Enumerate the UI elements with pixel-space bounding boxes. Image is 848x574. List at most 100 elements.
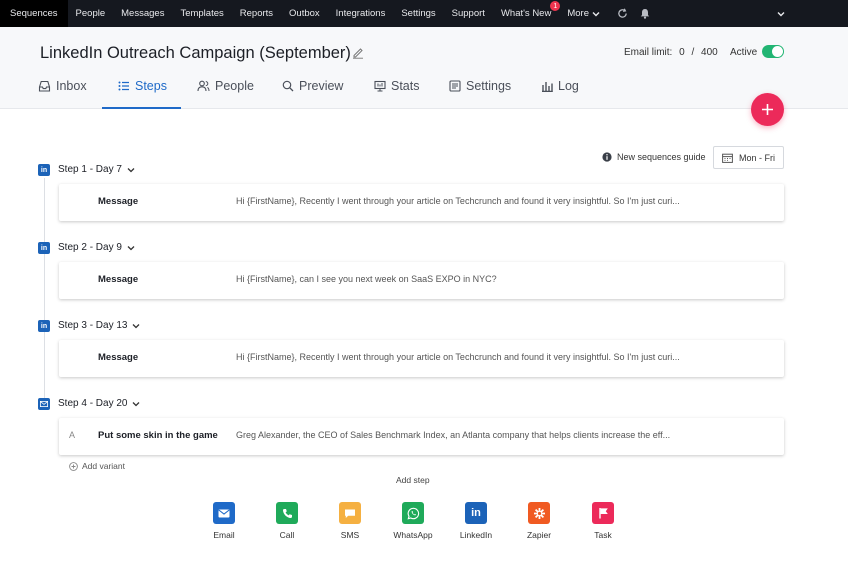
tab-settings[interactable]: Settings xyxy=(449,79,511,109)
card-label: Message xyxy=(98,196,139,207)
card-label: Message xyxy=(98,352,139,363)
nav-sequences[interactable]: Sequences xyxy=(0,0,68,27)
mail-icon xyxy=(38,398,50,410)
channel-label: Zapier xyxy=(526,530,552,540)
step-title[interactable]: Step 1 - Day 7 xyxy=(58,164,135,175)
add-button[interactable] xyxy=(751,93,784,126)
tab-label: Settings xyxy=(466,79,512,93)
refresh-icon[interactable] xyxy=(612,0,634,27)
nav-more[interactable]: More xyxy=(559,0,608,27)
tab-label: People xyxy=(215,79,254,93)
mail-icon xyxy=(213,502,235,524)
email-limit-total: 400 xyxy=(701,47,718,58)
email-limit-separator: / xyxy=(691,47,695,58)
nav-reports[interactable]: Reports xyxy=(232,0,281,27)
settings-icon xyxy=(449,80,461,92)
zapier-icon xyxy=(528,502,550,524)
step-card[interactable]: A Put some skin in the game Greg Alexand… xyxy=(59,418,784,455)
linkedin-icon: in xyxy=(38,320,50,332)
add-zapier-step-button[interactable]: Zapier xyxy=(517,502,561,540)
bell-icon[interactable] xyxy=(634,0,656,27)
nav-integrations[interactable]: Integrations xyxy=(328,0,394,27)
pencil-icon[interactable] xyxy=(352,46,364,60)
phone-icon xyxy=(276,502,298,524)
step-card[interactable]: Message Hi {FirstName}, can I see you ne… xyxy=(59,262,784,299)
page-header: LinkedIn Outreach Campaign (September) E… xyxy=(0,27,848,109)
tab-log[interactable]: Log xyxy=(541,79,579,109)
card-label: Message xyxy=(98,274,139,285)
nav-whats-new[interactable]: What's New 1 xyxy=(493,0,561,27)
notification-badge: 1 xyxy=(550,1,561,11)
chevron-down-icon[interactable] xyxy=(770,0,792,27)
nav-settings[interactable]: Settings xyxy=(393,0,443,27)
guide-label: New sequences guide xyxy=(617,152,706,162)
email-subject: Put some skin in the game xyxy=(98,430,218,441)
new-sequences-guide-link[interactable]: New sequences guide xyxy=(602,152,706,162)
add-variant-label: Add variant xyxy=(82,461,125,471)
channel-label: Email xyxy=(213,530,235,540)
step-title[interactable]: Step 4 - Day 20 xyxy=(58,398,140,409)
tab-stats[interactable]: Stats xyxy=(374,79,420,109)
nav-whats-new-label: What's New xyxy=(500,8,552,19)
tab-label: Log xyxy=(558,79,579,93)
info-icon xyxy=(602,152,612,162)
chevron-down-icon xyxy=(592,11,600,16)
nav-support[interactable]: Support xyxy=(444,0,493,27)
tab-people[interactable]: People xyxy=(197,79,254,109)
nav-templates[interactable]: Templates xyxy=(172,0,231,27)
linkedin-icon: in xyxy=(38,164,50,176)
chat-icon xyxy=(339,502,361,524)
tab-preview[interactable]: Preview xyxy=(282,79,343,109)
active-toggle[interactable] xyxy=(762,45,784,58)
step-title-text: Step 2 - Day 9 xyxy=(58,242,122,253)
list-icon xyxy=(118,81,129,91)
step-card[interactable]: Message Hi {FirstName}, Recently I went … xyxy=(59,184,784,221)
tab-steps[interactable]: Steps xyxy=(102,79,181,109)
add-variant-link[interactable]: Add variant xyxy=(69,461,125,471)
message-preview: Hi {FirstName}, Recently I went through … xyxy=(236,352,680,362)
email-limit: Email limit: 0 / 400 xyxy=(624,47,718,58)
variant-letter: A xyxy=(69,430,76,440)
email-limit-used: 0 xyxy=(679,47,685,58)
channel-label: SMS xyxy=(340,530,360,540)
toggle-knob xyxy=(772,46,783,57)
tab-inbox[interactable]: Inbox xyxy=(38,79,87,109)
chevron-down-icon xyxy=(133,323,140,328)
add-call-step-button[interactable]: Call xyxy=(265,502,309,540)
chevron-down-icon xyxy=(127,167,135,172)
people-icon xyxy=(197,80,210,92)
chevron-down-icon xyxy=(127,245,135,250)
add-email-step-button[interactable]: Email xyxy=(202,502,246,540)
channel-label: WhatsApp xyxy=(393,530,433,540)
message-preview: Hi {FirstName}, Recently I went through … xyxy=(236,196,680,206)
linkedin-icon: in xyxy=(465,502,487,524)
chevron-down-icon xyxy=(133,401,140,406)
tab-label: Preview xyxy=(299,79,344,93)
step-title-text: Step 1 - Day 7 xyxy=(58,164,122,175)
add-sms-step-button[interactable]: SMS xyxy=(328,502,372,540)
nav-more-label: More xyxy=(567,8,589,19)
nav-messages[interactable]: Messages xyxy=(113,0,172,27)
plus-circle-icon xyxy=(69,461,78,471)
nav-people[interactable]: People xyxy=(68,0,114,27)
search-icon xyxy=(282,80,294,92)
message-preview: Hi {FirstName}, can I see you next week … xyxy=(236,274,497,284)
step-title[interactable]: Step 2 - Day 9 xyxy=(58,242,135,253)
channel-label: Task xyxy=(594,530,612,540)
top-navigation: Sequences People Messages Templates Repo… xyxy=(0,0,848,27)
step-title-text: Step 3 - Day 13 xyxy=(58,320,128,331)
step-title-text: Step 4 - Day 20 xyxy=(58,398,128,409)
log-icon xyxy=(542,82,553,92)
schedule-button[interactable]: Mon - Fri xyxy=(713,146,784,169)
tab-label: Steps xyxy=(135,79,167,93)
linkedin-icon: in xyxy=(38,242,50,254)
add-whatsapp-step-button[interactable]: WhatsApp xyxy=(391,502,435,540)
step-card[interactable]: Message Hi {FirstName}, Recently I went … xyxy=(59,340,784,377)
add-task-step-button[interactable]: Task xyxy=(581,502,625,540)
whatsapp-icon xyxy=(402,502,424,524)
add-linkedin-step-button[interactable]: in LinkedIn xyxy=(454,502,498,540)
channel-label: LinkedIn xyxy=(459,530,493,540)
nav-outbox[interactable]: Outbox xyxy=(281,0,328,27)
step-title[interactable]: Step 3 - Day 13 xyxy=(58,320,140,331)
plus-icon xyxy=(762,104,773,115)
